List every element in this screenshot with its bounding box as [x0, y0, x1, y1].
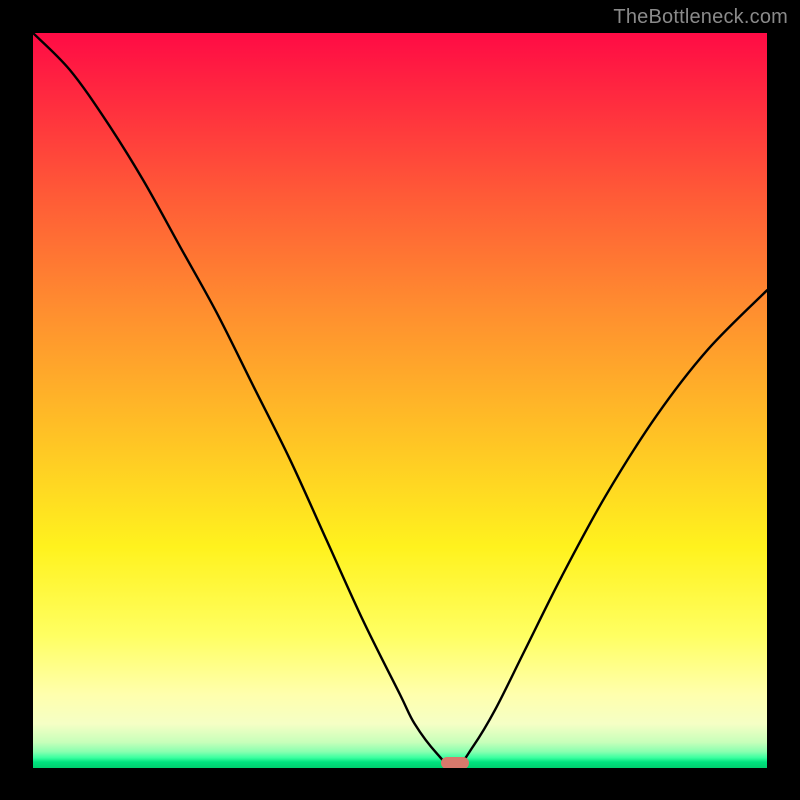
watermark-text: TheBottleneck.com — [613, 6, 788, 29]
balance-point-marker — [441, 757, 469, 768]
plot-area — [33, 33, 767, 768]
bottleneck-curve-svg — [33, 33, 767, 768]
chart-frame: TheBottleneck.com — [0, 0, 800, 800]
bottleneck-curve — [33, 33, 767, 768]
